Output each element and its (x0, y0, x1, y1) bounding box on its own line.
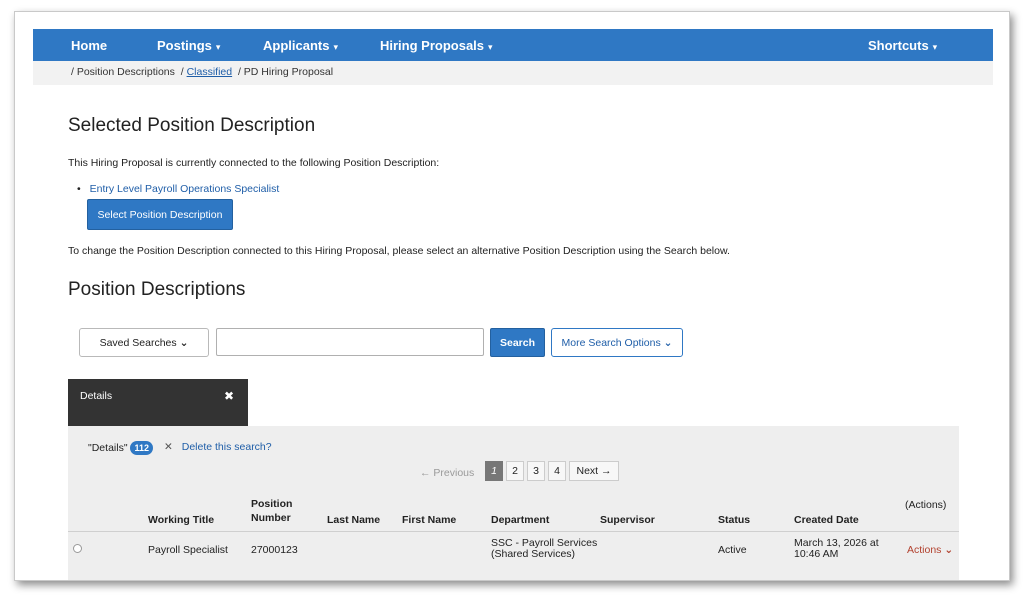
row-actions-label: Actions (907, 544, 942, 556)
saved-search-summary: "Details" 112 (88, 441, 154, 455)
nav-shortcuts-label: Shortcuts (868, 38, 929, 53)
caret-down-icon: ▾ (215, 42, 221, 52)
close-icon[interactable]: ✖ (224, 389, 234, 403)
pager-page-4[interactable]: 4 (548, 461, 566, 481)
row-created-line2: 10:46 AM (794, 548, 839, 560)
more-search-options-button[interactable]: More Search Options ⌄ (551, 328, 683, 357)
col-position-number-line2: Number (251, 512, 291, 524)
row-department: SSC - Payroll Services (Shared Services) (491, 538, 597, 560)
col-position-number-line1: Position (251, 498, 293, 510)
nav-postings[interactable]: Postings ▾ (157, 38, 220, 53)
col-position-number[interactable]: Position Number (251, 498, 292, 524)
details-filter-tab[interactable]: Details ✖ (68, 379, 248, 426)
col-actions: (Actions) (905, 499, 947, 511)
header-divider (68, 531, 959, 532)
col-created-date[interactable]: Created Date (794, 514, 859, 526)
col-supervisor[interactable]: Supervisor (600, 514, 655, 526)
breadcrumb-sep: / (71, 66, 74, 78)
row-actions-dropdown[interactable]: Actions ⌄ (907, 544, 953, 556)
nav-shortcuts[interactable]: Shortcuts ▾ (868, 38, 937, 53)
breadcrumb: / Position Descriptions / Classified / P… (33, 61, 993, 85)
chevron-down-icon: ⌄ (663, 337, 673, 349)
app-window: Home Postings ▾ Applicants ▾ Hiring Propos… (14, 11, 1010, 581)
selected-pd-list-item: • Entry Level Payroll Operations Special… (77, 183, 279, 195)
nav-applicants-label: Applicants (263, 38, 330, 53)
delete-search-link[interactable]: ✕ Delete this search? (164, 441, 272, 453)
position-descriptions-heading: Position Descriptions (68, 279, 246, 300)
row-department-line2: (Shared Services) (491, 548, 576, 560)
nav-hiring-proposals[interactable]: Hiring Proposals ▾ (380, 38, 493, 53)
caret-down-icon: ▾ (333, 42, 338, 52)
more-search-options-label: More Search Options (561, 337, 661, 349)
search-input[interactable] (216, 328, 484, 356)
col-department[interactable]: Department (491, 514, 549, 526)
row-status: Active (718, 544, 747, 556)
selected-pd-intro: This Hiring Proposal is currently connec… (68, 157, 440, 169)
caret-down-icon: ▾ (488, 42, 493, 52)
result-count-badge: 112 (130, 441, 154, 455)
breadcrumb-current: PD Hiring Proposal (243, 66, 334, 78)
nav-postings-label: Postings (157, 38, 212, 53)
breadcrumb-classified-link[interactable]: Classified (187, 66, 233, 78)
breadcrumb-sep: / (180, 66, 184, 78)
selected-pd-link[interactable]: Entry Level Payroll Operations Specialis… (90, 183, 280, 195)
row-position-number: 27000123 (251, 544, 298, 556)
col-first-name[interactable]: First Name (402, 514, 456, 526)
saved-searches-label: Saved Searches (99, 337, 177, 349)
row-created-date: March 13, 2026 at 10:46 AM (794, 538, 879, 560)
breadcrumb-position-descriptions: Position Descriptions (76, 66, 175, 78)
row-select-radio[interactable] (73, 544, 82, 553)
pager-page-2[interactable]: 2 (506, 461, 524, 481)
selected-pd-heading: Selected Position Description (68, 115, 316, 136)
select-position-description-button[interactable]: Select Position Description (87, 199, 233, 230)
col-status[interactable]: Status (718, 514, 750, 526)
search-name: "Details" (88, 441, 128, 454)
pager-page-1[interactable]: 1 (485, 461, 503, 481)
col-working-title[interactable]: Working Title (148, 514, 214, 526)
nav-hiring-proposals-label: Hiring Proposals (380, 38, 485, 53)
caret-down-icon: ▾ (932, 42, 938, 52)
bullet: • (77, 183, 81, 195)
delete-search-label: Delete this search? (181, 441, 272, 453)
search-button[interactable]: Search (490, 328, 545, 357)
change-pd-note: To change the Position Description conne… (68, 245, 730, 257)
chevron-down-icon: ⌄ (179, 337, 189, 349)
pager-previous: ← Previous (420, 467, 475, 479)
nav-home[interactable]: Home (71, 38, 107, 53)
pager-next[interactable]: Next → (569, 461, 619, 481)
saved-searches-dropdown[interactable]: Saved Searches ⌄ (79, 328, 209, 357)
close-icon: ✕ (164, 441, 173, 453)
breadcrumb-sep: / (237, 66, 241, 78)
chevron-down-icon: ⌄ (944, 544, 954, 556)
top-nav: Home Postings ▾ Applicants ▾ Hiring Propos… (33, 29, 993, 61)
nav-applicants[interactable]: Applicants ▾ (263, 38, 338, 53)
pager-page-3[interactable]: 3 (527, 461, 545, 481)
col-last-name[interactable]: Last Name (327, 514, 380, 526)
details-filter-label: Details (80, 390, 113, 402)
row-working-title-link[interactable]: Payroll Specialist (148, 544, 228, 556)
